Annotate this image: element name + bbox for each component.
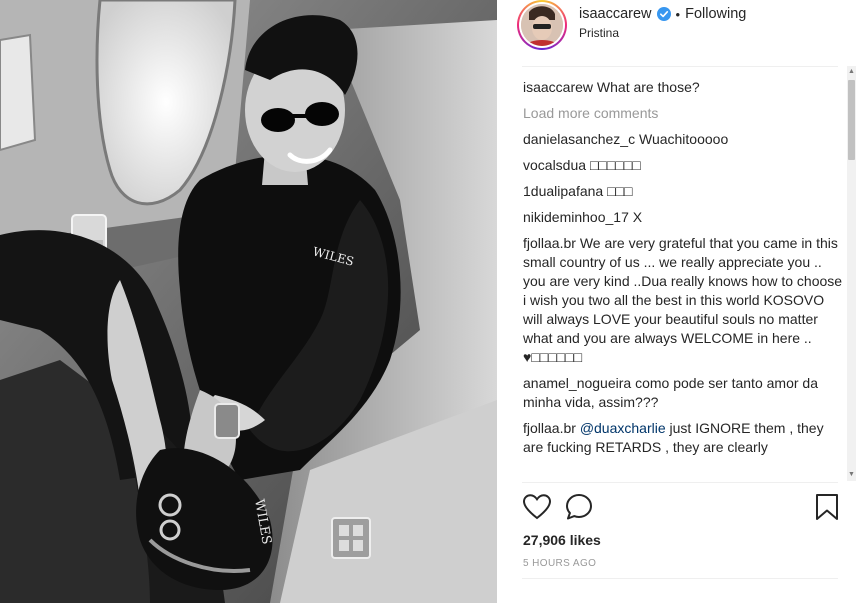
comment-item: fjollaa.br We are very grateful that you… <box>523 234 845 367</box>
post-photo[interactable]: WILES WILES <box>0 0 497 603</box>
verified-badge-icon <box>656 7 671 21</box>
divider <box>522 66 838 67</box>
scroll-up-arrow-icon[interactable]: ▲ <box>847 66 856 78</box>
post-timestamp[interactable]: 5 HOURS AGO <box>523 558 596 569</box>
comment-item: 1dualipafana □□□ <box>523 182 845 201</box>
post-header: isaaccarew • Following Pristina <box>497 0 858 62</box>
likes-count[interactable]: 27,906 likes <box>523 532 601 548</box>
comment-bubble-icon[interactable] <box>564 492 594 522</box>
comment-username[interactable]: vocalsdua <box>523 157 586 173</box>
comment-username[interactable]: nikideminhoo_17 <box>523 209 629 225</box>
comment-item: vocalsdua □□□□□□ <box>523 156 845 175</box>
avatar[interactable] <box>517 0 567 50</box>
caption: isaaccarew What are those? <box>523 78 845 97</box>
load-more-comments-button[interactable]: Load more comments <box>523 104 845 123</box>
comment-username[interactable]: anamel_nogueira <box>523 375 631 391</box>
location-link[interactable]: Pristina <box>579 26 619 40</box>
comment-text: X <box>632 209 643 225</box>
following-button[interactable]: Following <box>685 6 746 22</box>
comments-list[interactable]: isaaccarew What are those? Load more com… <box>523 78 845 480</box>
comment-text: □□□□□□ <box>589 157 641 173</box>
comment-username[interactable]: fjollaa.br <box>523 235 576 251</box>
heart-icon[interactable] <box>522 492 552 522</box>
comments-scrollbar[interactable]: ▲ ▼ <box>847 66 856 481</box>
scroll-down-arrow-icon[interactable]: ▼ <box>847 469 856 481</box>
divider <box>522 482 838 483</box>
comment-item: nikideminhoo_17 X <box>523 208 845 227</box>
comment-item: anamel_nogueira como pode ser tanto amor… <box>523 374 845 412</box>
bookmark-icon[interactable] <box>812 492 842 522</box>
post-side-panel: isaaccarew • Following Pristina isaaccar… <box>497 0 858 603</box>
comment-username[interactable]: isaaccarew <box>523 79 593 95</box>
comment-username[interactable]: fjollaa.br <box>523 420 576 436</box>
avatar-ring <box>519 2 565 48</box>
avatar-image <box>521 4 563 46</box>
comment-text: □□□ <box>607 183 633 199</box>
comment-text: Wuachitooooo <box>638 131 729 147</box>
scrollbar-thumb[interactable] <box>848 80 855 160</box>
comment-item: danielasanchez_c Wuachitooooo <box>523 130 845 149</box>
username-link[interactable]: isaaccarew <box>579 6 652 22</box>
username-row: isaaccarew • Following <box>579 6 746 22</box>
comment-username[interactable]: 1dualipafana <box>523 183 603 199</box>
comment-text: We are very grateful that you came in th… <box>523 235 843 365</box>
action-bar <box>522 492 842 524</box>
separator-dot: • <box>675 6 681 22</box>
photo-image: WILES WILES <box>0 0 497 603</box>
comment-item: fjollaa.br @duaxcharlie just IGNORE them… <box>523 419 845 457</box>
divider <box>522 578 838 579</box>
comment-username[interactable]: danielasanchez_c <box>523 131 635 147</box>
comment-text: What are those? <box>596 79 700 95</box>
comment-mention[interactable]: @duaxcharlie <box>580 420 666 436</box>
